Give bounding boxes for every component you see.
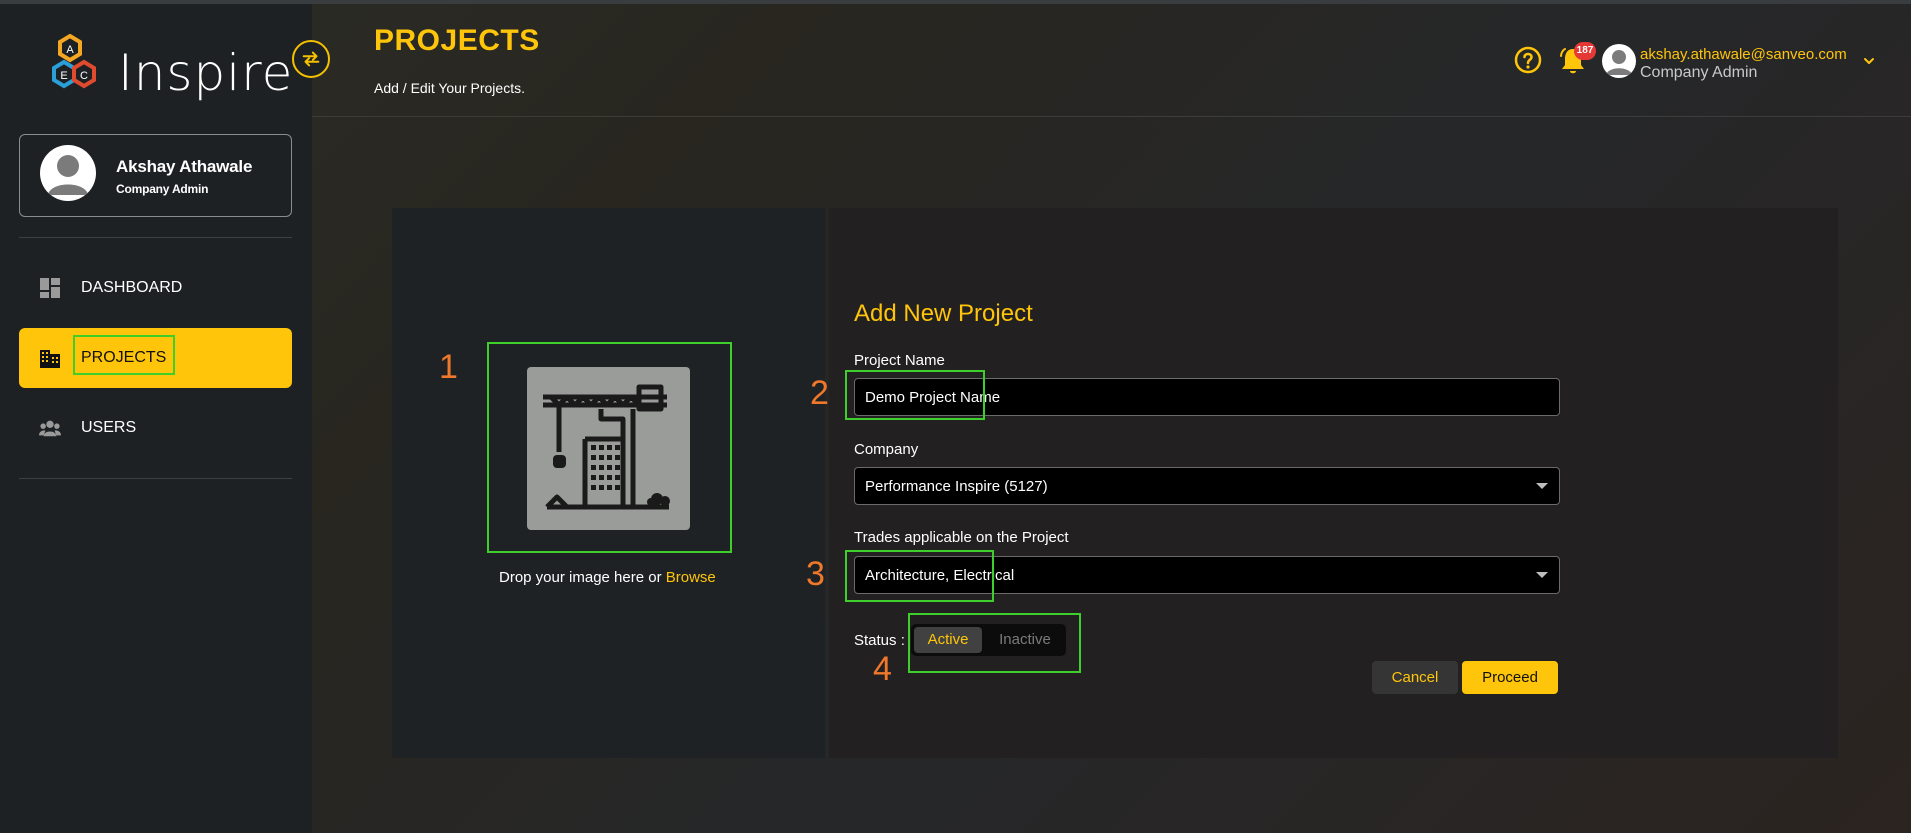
- page-subtitle: Add / Edit Your Projects.: [374, 80, 525, 96]
- toggle-sidebar-button[interactable]: [292, 40, 330, 78]
- sidebar-divider: [19, 237, 292, 238]
- logo-letter-c: C: [80, 70, 88, 82]
- swap-arrows-icon: [302, 51, 320, 67]
- annotation-box: [487, 342, 732, 553]
- user-role: Company Admin: [1640, 64, 1758, 81]
- browse-link[interactable]: Browse: [666, 569, 716, 586]
- company-select[interactable]: Performance Inspire (5127): [854, 467, 1560, 505]
- trades-label: Trades applicable on the Project: [854, 529, 1069, 546]
- building-icon: [39, 347, 61, 369]
- annotation-number: 2: [810, 374, 829, 412]
- sidebar: A E C Inspire Akshay Athawale Company Ad…: [0, 0, 312, 833]
- form-title: Add New Project: [854, 300, 1033, 327]
- sidebar-divider: [19, 478, 292, 479]
- annotation-box: [845, 550, 994, 602]
- profile-role: Company Admin: [116, 182, 209, 196]
- users-icon: [39, 417, 61, 439]
- profile-card: Akshay Athawale Company Admin: [19, 134, 292, 217]
- caret-down-icon: [1536, 483, 1548, 489]
- sidebar-item-label: USERS: [81, 419, 137, 436]
- dashboard-icon: [39, 277, 61, 299]
- chevron-down-icon[interactable]: [1862, 54, 1876, 68]
- user-email[interactable]: akshay.athawale@sanveo.com: [1640, 46, 1847, 63]
- project-name-label: Project Name: [854, 352, 945, 369]
- annotation-number: 1: [439, 348, 458, 386]
- sidebar-item-label: DASHBOARD: [81, 279, 183, 296]
- logo-letter-e: E: [60, 70, 67, 82]
- annotation-box: [73, 335, 175, 375]
- person-icon: [1606, 50, 1632, 75]
- logo-text: Inspire: [118, 44, 294, 102]
- company-selected-value: Performance Inspire (5127): [865, 477, 1048, 495]
- header-divider: [312, 116, 1911, 117]
- sidebar-item-dashboard[interactable]: DASHBOARD: [19, 258, 292, 318]
- proceed-button[interactable]: Proceed: [1462, 661, 1558, 694]
- app-window: A E C Inspire Akshay Athawale Company Ad…: [0, 0, 1911, 833]
- logo-letter-a: A: [66, 44, 74, 56]
- main-content: PROJECTS Add / Edit Your Projects. 187 a…: [312, 0, 1911, 833]
- profile-name: Akshay Athawale: [116, 157, 253, 176]
- company-label: Company: [854, 441, 919, 458]
- annotation-box: [845, 370, 985, 420]
- annotation-number: 3: [806, 555, 825, 593]
- person-icon: [48, 155, 88, 195]
- dropzone-hint: Drop your image here or Browse: [499, 569, 716, 586]
- caret-down-icon: [1536, 572, 1548, 578]
- notification-badge: 187: [1574, 42, 1596, 60]
- annotation-box: [908, 613, 1081, 673]
- annotation-number: 4: [873, 650, 892, 688]
- page-title: PROJECTS: [374, 24, 540, 57]
- cancel-button[interactable]: Cancel: [1372, 661, 1458, 694]
- sidebar-item-users[interactable]: USERS: [19, 398, 292, 458]
- help-icon[interactable]: [1514, 46, 1542, 74]
- profile-avatar: [40, 145, 96, 201]
- user-avatar[interactable]: [1602, 44, 1636, 78]
- status-label: Status :: [854, 632, 905, 649]
